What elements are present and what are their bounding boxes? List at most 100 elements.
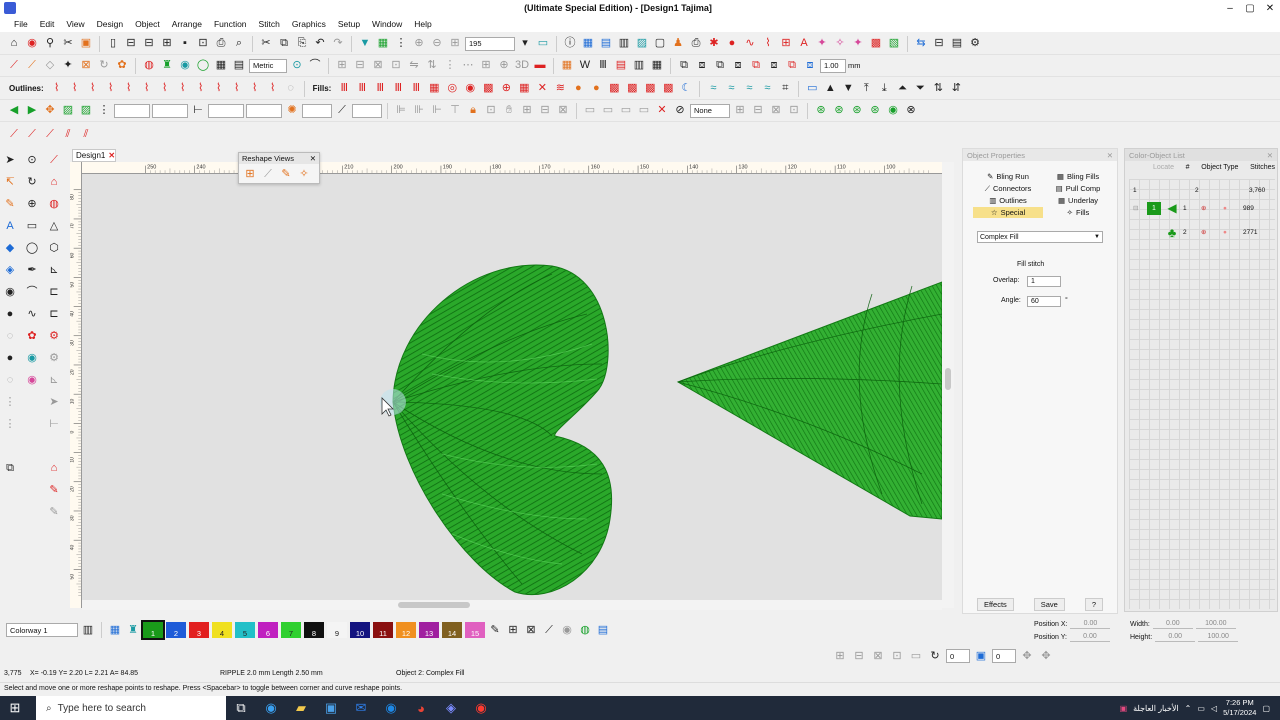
gear2-tool-icon[interactable]: ⚙ — [46, 350, 62, 366]
gear-tool-icon[interactable]: ⚙ — [46, 328, 62, 344]
lettering5-icon[interactable]: ▦ — [649, 58, 665, 74]
pin-icon[interactable]: ⚲ — [42, 36, 58, 52]
mirror-icon[interactable]: ⇋ — [406, 58, 422, 74]
palette4-icon[interactable]: ◉ — [559, 622, 575, 638]
transform-icon[interactable]: ⊞ — [478, 58, 494, 74]
tab-bling-fills[interactable]: ▦ Bling Fills — [1043, 171, 1113, 182]
color-object-list-close-icon[interactable]: ✕ — [1267, 151, 1273, 160]
globe-tool-icon[interactable]: ◉ — [24, 350, 40, 366]
palette2-icon[interactable]: ⊠ — [523, 622, 539, 638]
palette-icon[interactable]: ⊞ — [505, 622, 521, 638]
fill-type-select[interactable]: Complex Fill ▼ — [977, 231, 1103, 243]
grid2-icon[interactable]: ▦ — [213, 58, 229, 74]
transform2-icon[interactable]: ⊕ — [496, 58, 512, 74]
fill-pattern-icon[interactable]: ▩ — [606, 81, 622, 97]
triangle-object[interactable] — [676, 281, 942, 520]
none-icon[interactable]: ⊘ — [672, 103, 688, 119]
flip-h-icon[interactable]: ▨ — [60, 103, 76, 119]
export2-icon[interactable]: ⊟ — [931, 36, 947, 52]
fill-pattern2-icon[interactable]: ▩ — [624, 81, 640, 97]
line-tool-icon[interactable]: ⊏ — [46, 306, 62, 322]
news-text[interactable]: الأخبار العاجلة — [1133, 704, 1179, 713]
menu-stitch[interactable]: Stitch — [253, 19, 286, 29]
print-icon[interactable]: ⎙ — [213, 36, 229, 52]
scale-x-input[interactable] — [208, 103, 244, 118]
scale-y-input[interactable] — [246, 103, 282, 118]
pencil2-tool-icon[interactable]: ✎ — [46, 504, 62, 520]
fill-sphere-icon[interactable]: ● — [570, 81, 586, 97]
eraser-icon[interactable]: ◇ — [42, 58, 58, 74]
save-button[interactable]: Save — [1033, 597, 1065, 611]
up-icon[interactable]: ▲ — [822, 81, 838, 97]
appliqué-icon[interactable]: ◍ — [141, 58, 157, 74]
file-explorer-icon[interactable]: ▰ — [286, 700, 316, 716]
measure-tool-icon[interactable]: ⊾ — [46, 262, 62, 278]
arc-icon[interactable]: ⌒ — [307, 58, 323, 74]
fill-cross-icon[interactable]: ▦ — [426, 81, 442, 97]
shape-icon[interactable]: ⊞ — [778, 36, 794, 52]
shape-tool-icon[interactable]: △ — [46, 218, 62, 234]
outline-auto-icon[interactable]: ◌ — [283, 81, 299, 97]
tray-chevron-icon[interactable]: ⌃ — [1185, 704, 1192, 713]
tab-bling-run[interactable]: ✎ Bling Run — [973, 171, 1043, 182]
design-canvas[interactable] — [82, 174, 942, 600]
mail-icon[interactable]: ✉ — [346, 700, 376, 716]
lettering2-icon[interactable]: Ⅲ — [595, 58, 611, 74]
info-icon[interactable]: ⓘ — [562, 36, 578, 52]
select-arrow-icon[interactable]: ➤ — [2, 152, 18, 168]
move-view-icon[interactable]: ✥ — [1019, 648, 1035, 664]
color-swatch-4[interactable]: 4 — [212, 622, 232, 638]
thread-icon[interactable]: ♜ — [125, 622, 141, 638]
stack-tool-icon[interactable]: ⧉ — [2, 460, 18, 476]
tab-connectors[interactable]: ⟋ Connectors — [973, 183, 1043, 194]
select4-icon[interactable]: ▭ — [636, 103, 652, 119]
gear-icon[interactable]: ⚙ — [967, 36, 983, 52]
outline-run-icon[interactable]: ⌇ — [49, 81, 65, 97]
palette3-icon[interactable]: ⟋ — [541, 622, 557, 638]
ellipse-tool-icon[interactable]: ◯ — [24, 240, 40, 256]
show-entry-icon[interactable]: ✎ — [278, 166, 294, 182]
sort2-icon[interactable]: ⇵ — [948, 81, 964, 97]
wand-tool-icon[interactable]: ✦ — [60, 58, 76, 74]
lettering4-icon[interactable]: ▥ — [631, 58, 647, 74]
stitch-view-icon[interactable]: ▦ — [375, 36, 391, 52]
ungroup-icon[interactable]: ⧈ — [694, 58, 710, 74]
overlap-spinner[interactable]: 1 — [1027, 276, 1061, 287]
point-tool-icon[interactable]: ● — [2, 306, 18, 322]
news-icon[interactable]: ▣ — [1120, 704, 1128, 713]
import-icon[interactable]: ⊞ — [159, 36, 175, 52]
blank-tool-icon[interactable]: ◌ — [2, 372, 18, 388]
pattern4-icon[interactable]: ⊛ — [867, 103, 883, 119]
hand4-icon[interactable]: ⊠ — [555, 103, 571, 119]
trim-icon[interactable]: ⧈ — [766, 58, 782, 74]
stamp-tool-icon[interactable]: ◍ — [46, 196, 62, 212]
align3-icon[interactable]: ⊠ — [370, 58, 386, 74]
pan-icon[interactable]: ▭ — [535, 36, 551, 52]
clock[interactable]: 7:26 PM 5/17/2024 — [1223, 698, 1256, 718]
move-icon[interactable]: ✥ — [42, 103, 58, 119]
object-properties-close-icon[interactable]: ✕ — [1107, 151, 1113, 160]
outline-candle-icon[interactable]: ⌇ — [247, 81, 263, 97]
menu-graphics[interactable]: Graphics — [286, 19, 332, 29]
outline-motif-icon[interactable]: ⌇ — [193, 81, 209, 97]
fill-contour-icon[interactable]: ▩ — [480, 81, 496, 97]
menu-file[interactable]: File — [8, 19, 34, 29]
pattern3-icon[interactable]: ⊛ — [849, 103, 865, 119]
trace-icon[interactable]: ▤ — [949, 36, 965, 52]
locate-button[interactable]: Locate — [1153, 164, 1174, 171]
network-icon[interactable]: ▭ — [1197, 704, 1205, 713]
palette5-icon[interactable]: ◍ — [577, 622, 593, 638]
effect-icon[interactable]: ≈ — [705, 81, 721, 97]
pattern-icon[interactable]: ⊛ — [813, 103, 829, 119]
circle-tool-icon[interactable]: ◉ — [2, 284, 18, 300]
color-swatch-6[interactable]: 6 — [258, 622, 278, 638]
down-icon[interactable]: ▼ — [840, 81, 856, 97]
menu-edit[interactable]: Edit — [34, 19, 61, 29]
taskbar-search[interactable]: ⌕ Type here to search — [36, 696, 226, 720]
warp-icon[interactable]: ⊕ — [24, 196, 40, 212]
hat-icon[interactable]: ◉ — [177, 58, 193, 74]
measure-icon[interactable]: ⊙ — [289, 58, 305, 74]
eyedropper-icon[interactable]: ✎ — [487, 622, 503, 638]
fit-icon[interactable]: ⊞ — [832, 648, 848, 664]
diamond2-tool-icon[interactable]: ◈ — [2, 262, 18, 278]
